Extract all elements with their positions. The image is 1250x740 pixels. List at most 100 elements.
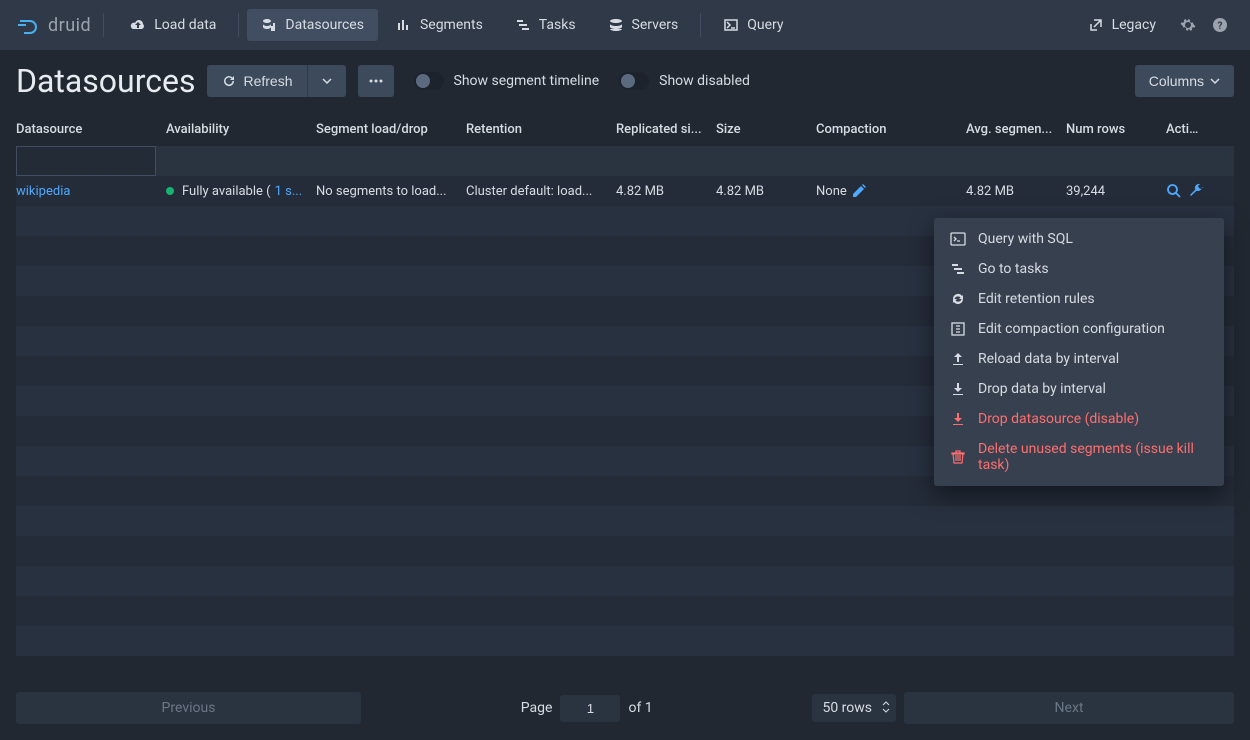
nav-datasources[interactable]: Datasources <box>247 9 378 41</box>
show-segment-timeline-toggle-wrap: Show segment timeline <box>414 72 600 90</box>
table-row <box>16 596 1234 626</box>
cell-retention: Cluster default: load... <box>466 184 616 199</box>
menu-delete-unused[interactable]: Delete unused segments (issue kill task) <box>934 434 1224 480</box>
table-filter-row <box>16 146 1234 176</box>
previous-button[interactable]: Previous <box>16 692 361 724</box>
menu-edit-compaction[interactable]: Edit compaction configuration <box>934 314 1224 344</box>
edit-icon[interactable] <box>851 183 867 199</box>
page-title: Datasources <box>16 62 195 100</box>
col-datasource[interactable]: Datasource <box>16 122 166 137</box>
cell-segment-load-drop: No segments to load... <box>316 184 466 199</box>
columns-button[interactable]: Columns <box>1135 65 1234 97</box>
toggle-label: Show disabled <box>659 73 750 89</box>
nav-query[interactable]: Query <box>709 9 797 41</box>
database-icon <box>608 17 624 33</box>
trash-icon <box>950 449 966 465</box>
external-link-icon <box>1088 17 1104 33</box>
cell-num-rows: 39,244 <box>1066 184 1166 199</box>
table-row <box>16 506 1234 536</box>
cell-size: 4.82 MB <box>716 184 816 199</box>
menu-go-to-tasks[interactable]: Go to tasks <box>934 254 1224 284</box>
select-arrows-icon <box>882 701 890 713</box>
table-header-row: Datasource Availability Segment load/dro… <box>16 112 1234 146</box>
table-row <box>16 626 1234 656</box>
brand-logo[interactable]: druid <box>16 13 104 37</box>
top-nav-bar: druid Load data Datasources Segments Tas… <box>0 0 1250 50</box>
refresh-icon <box>221 73 237 89</box>
compressed-icon <box>950 321 966 337</box>
page-label: Page <box>521 700 553 716</box>
gantt-icon <box>515 17 531 33</box>
chevron-down-icon <box>1210 76 1220 86</box>
datasource-filter-input[interactable] <box>16 146 156 176</box>
automatic-updates-icon <box>950 291 966 307</box>
refresh-dropdown-button[interactable] <box>307 65 346 97</box>
download-icon <box>950 381 966 397</box>
help-icon: ? <box>1212 17 1228 33</box>
col-availability[interactable]: Availability <box>166 122 316 137</box>
cloud-upload-icon <box>130 17 146 33</box>
rows-per-page-select[interactable]: 50 rows <box>812 694 896 722</box>
menu-drop-interval[interactable]: Drop data by interval <box>934 374 1224 404</box>
magnify-icon[interactable] <box>1166 183 1182 199</box>
database-multi-icon <box>261 17 277 33</box>
row-actions-menu: Query with SQL Go to tasks Edit retentio… <box>934 218 1224 486</box>
table-row: wikipedia Fully available (1 s... No seg… <box>16 176 1234 206</box>
svg-text:?: ? <box>1218 21 1223 32</box>
col-avg-segment[interactable]: Avg. segmen... <box>966 122 1066 137</box>
pagination-center: Page of 1 <box>369 695 804 722</box>
col-replicated-size[interactable]: Replicated si... <box>616 122 716 137</box>
cell-compaction: None <box>816 183 966 199</box>
refresh-button[interactable]: Refresh <box>207 65 306 97</box>
table-row <box>16 566 1234 596</box>
show-disabled-toggle[interactable] <box>619 72 649 90</box>
download-icon <box>950 411 966 427</box>
col-compaction[interactable]: Compaction <box>816 122 966 137</box>
nav-segments[interactable]: Segments <box>382 9 497 41</box>
nav-legacy[interactable]: Legacy <box>1074 9 1170 41</box>
page-header: Datasources Refresh Show segment timelin… <box>0 50 1250 112</box>
availability-segments-link[interactable]: 1 s... <box>275 184 303 199</box>
nav-separator <box>700 13 701 37</box>
help-button[interactable]: ? <box>1206 11 1234 39</box>
menu-reload-interval[interactable]: Reload data by interval <box>934 344 1224 374</box>
show-segment-timeline-toggle[interactable] <box>414 72 444 90</box>
console-icon <box>723 17 739 33</box>
col-actions[interactable]: Actions <box>1166 122 1214 137</box>
menu-query-sql[interactable]: Query with SQL <box>934 224 1224 254</box>
settings-button[interactable] <box>1174 11 1202 39</box>
menu-edit-retention[interactable]: Edit retention rules <box>934 284 1224 314</box>
table-row <box>16 536 1234 566</box>
next-button[interactable]: Next <box>904 692 1234 724</box>
col-segment-load-drop[interactable]: Segment load/drop <box>316 122 466 137</box>
gantt-icon <box>950 261 966 277</box>
datasource-link[interactable]: wikipedia <box>16 184 70 199</box>
col-size[interactable]: Size <box>716 122 816 137</box>
upload-icon <box>950 351 966 367</box>
gear-icon <box>1180 17 1196 33</box>
druid-logo-icon <box>16 13 40 37</box>
refresh-button-group: Refresh <box>207 65 345 97</box>
more-actions-button[interactable] <box>358 65 394 97</box>
wrench-icon[interactable] <box>1188 183 1204 199</box>
ellipsis-icon <box>368 73 384 89</box>
nav-servers[interactable]: Servers <box>594 9 693 41</box>
nav-tasks[interactable]: Tasks <box>501 9 590 41</box>
page-of-label: of 1 <box>628 700 652 716</box>
menu-drop-datasource[interactable]: Drop datasource (disable) <box>934 404 1224 434</box>
segments-icon <box>396 17 412 33</box>
cell-datasource: wikipedia <box>16 184 166 199</box>
col-num-rows[interactable]: Num rows <box>1066 122 1166 137</box>
cell-avg-segment: 4.82 MB <box>966 184 1066 199</box>
console-icon <box>950 231 966 247</box>
chevron-down-icon <box>322 76 332 86</box>
nav-load-data[interactable]: Load data <box>116 9 230 41</box>
pagination-bar: Previous Page of 1 50 rows Next <box>0 682 1250 734</box>
cell-availability: Fully available (1 s... <box>166 184 316 199</box>
cell-replicated-size: 4.82 MB <box>616 184 716 199</box>
col-retention[interactable]: Retention <box>466 122 616 137</box>
show-disabled-toggle-wrap: Show disabled <box>619 72 750 90</box>
page-input[interactable] <box>560 695 620 722</box>
toggle-label: Show segment timeline <box>454 73 600 89</box>
nav-separator <box>238 13 239 37</box>
